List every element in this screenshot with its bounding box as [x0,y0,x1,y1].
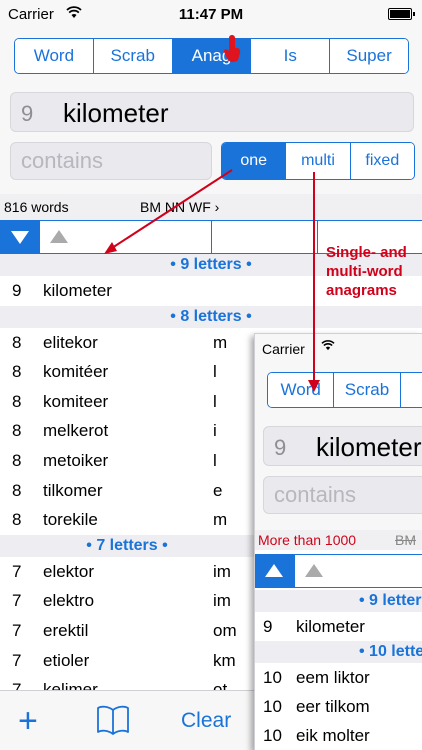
list-item[interactable]: 8 torekile m [0,505,254,535]
segment-anag[interactable]: Anag [171,39,251,73]
inset-segment-word[interactable]: Word [268,373,334,407]
clear-button[interactable]: Clear [181,709,231,733]
triangle-up-icon [305,564,323,577]
top-toolbar: Word Scrab Anag Is Super [0,28,422,84]
inset-results-list: • 9 letters 9kilometer • 10 letters 10ee… [255,590,422,750]
segment-word[interactable]: Word [15,39,93,73]
sort-ascending-button[interactable] [40,221,212,253]
contains-input[interactable] [11,143,211,179]
inset-word-value: kilometer [316,432,422,462]
inset-mode-segmented-control: Word Scrab [267,372,422,408]
list-item[interactable]: 8 melkerot i [0,416,254,446]
list-item[interactable]: 8 komiteer l [0,387,254,417]
list-item[interactable]: 8 elitekor m [0,328,254,358]
inset-status-bar: Carrier [255,334,422,362]
sort-column-button[interactable] [212,221,318,253]
list-item[interactable]: 7 kelimer ot [0,675,254,690]
inset-sort-descending-button[interactable] [255,555,295,587]
battery-icon [388,8,415,20]
annotation-label: Single- and multi-word anagrams [326,244,407,299]
anagram-mode-control: one multi fixed [221,142,415,180]
inset-contains-field[interactable] [263,476,422,514]
list-item[interactable]: 8 tilkomer e [0,476,254,506]
results-info-bar: 816 words BM NN WF › [0,194,422,220]
inset-letter-count: 9 [274,435,287,460]
wifi-icon [321,340,335,351]
segment-scrab[interactable]: Scrab [92,39,172,73]
word-value: kilometer [63,98,169,128]
segment-is[interactable]: Is [250,39,330,73]
inset-results-info-bar: More than 1000 BM [255,530,422,550]
list-item[interactable]: 8 metoiker l [0,446,254,476]
section-header-7: • 7 letters • [0,534,254,557]
contains-field[interactable] [10,142,212,180]
inset-section-header-10: • 10 letters [255,641,422,663]
inset-carrier-label: Carrier [262,341,305,357]
word-field[interactable]: 9 kilometer [10,92,414,132]
book-icon[interactable] [96,705,130,735]
inset-toolbar: Word Scrab [255,362,422,420]
inset-segment-scrab[interactable]: Scrab [333,373,400,407]
status-time: 11:47 PM [178,6,244,23]
inset-contains-input[interactable] [264,477,422,513]
list-item[interactable]: 7 etioler km [0,646,254,676]
inset-screenshot: Carrier Word Scrab 9 kilometer More than… [254,333,422,750]
status-bar: Carrier 11:47 PM [0,0,422,28]
list-item[interactable]: 7 elektor im [0,557,254,587]
triangle-down-icon [11,231,29,244]
segment-super[interactable]: Super [329,39,408,73]
word-count: 816 words [4,199,69,215]
query-area: 9 kilometer one multi fixed [0,84,422,194]
triangle-up-icon [50,230,68,243]
list-item[interactable]: 10 eem liktor [255,663,422,692]
inset-section-header-9: • 9 letters [255,590,422,612]
inset-word-field[interactable]: 9 kilometer [263,426,422,466]
list-item[interactable]: 7 elektro im [0,586,254,616]
mode-one[interactable]: one [222,143,286,179]
list-item[interactable]: 10 eik molter [255,721,422,750]
inset-query-area: 9 kilometer [255,420,422,530]
inset-sort-ascending-button[interactable] [295,555,422,587]
add-icon[interactable]: + [18,704,38,738]
list-item[interactable]: 9 kilometer [255,612,422,641]
list-item[interactable]: 8 komitéer l [0,357,254,387]
mode-segmented-control: Word Scrab Anag Is Super [14,38,409,74]
section-header-8: • 8 letters • [0,305,422,328]
inset-sort-bar [255,554,422,588]
letter-count: 9 [21,101,34,126]
dictionary-columns[interactable]: BM NN WF › [140,199,219,215]
list-item[interactable]: 7 erektil om [0,616,254,646]
inset-more-than-label: More than 1000 [258,532,357,548]
triangle-up-icon [265,564,283,577]
mode-multi[interactable]: multi [285,143,350,179]
list-item[interactable]: 10 eer tilkom [255,692,422,721]
inset-segment-more[interactable] [399,373,422,407]
inset-bm-column: BM [395,532,416,548]
sort-descending-button[interactable] [0,221,40,253]
mode-fixed[interactable]: fixed [349,143,414,179]
